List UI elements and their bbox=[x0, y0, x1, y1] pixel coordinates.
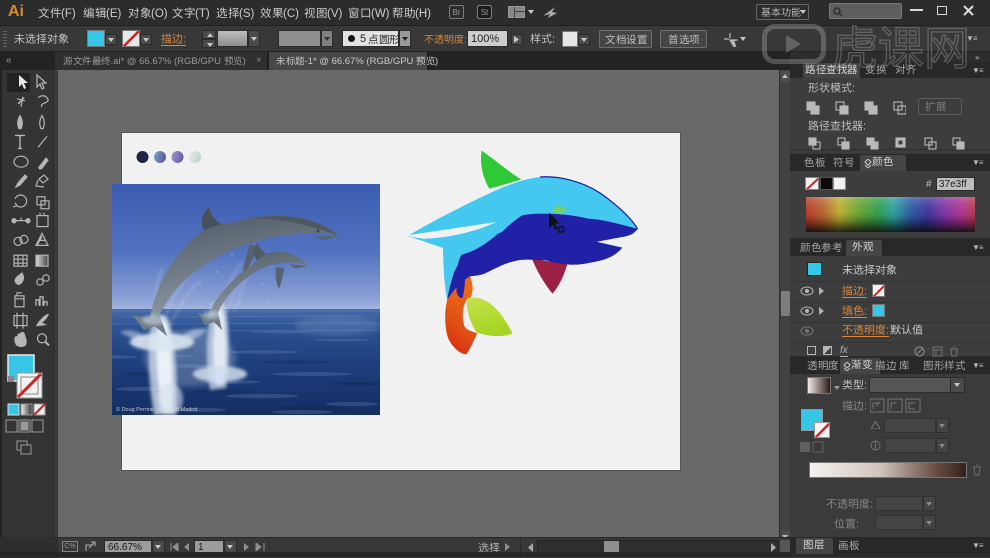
svg-text:© Doug Perrine : Bancroft Madr: © Doug Perrine : Bancroft Madrid bbox=[116, 406, 197, 413]
